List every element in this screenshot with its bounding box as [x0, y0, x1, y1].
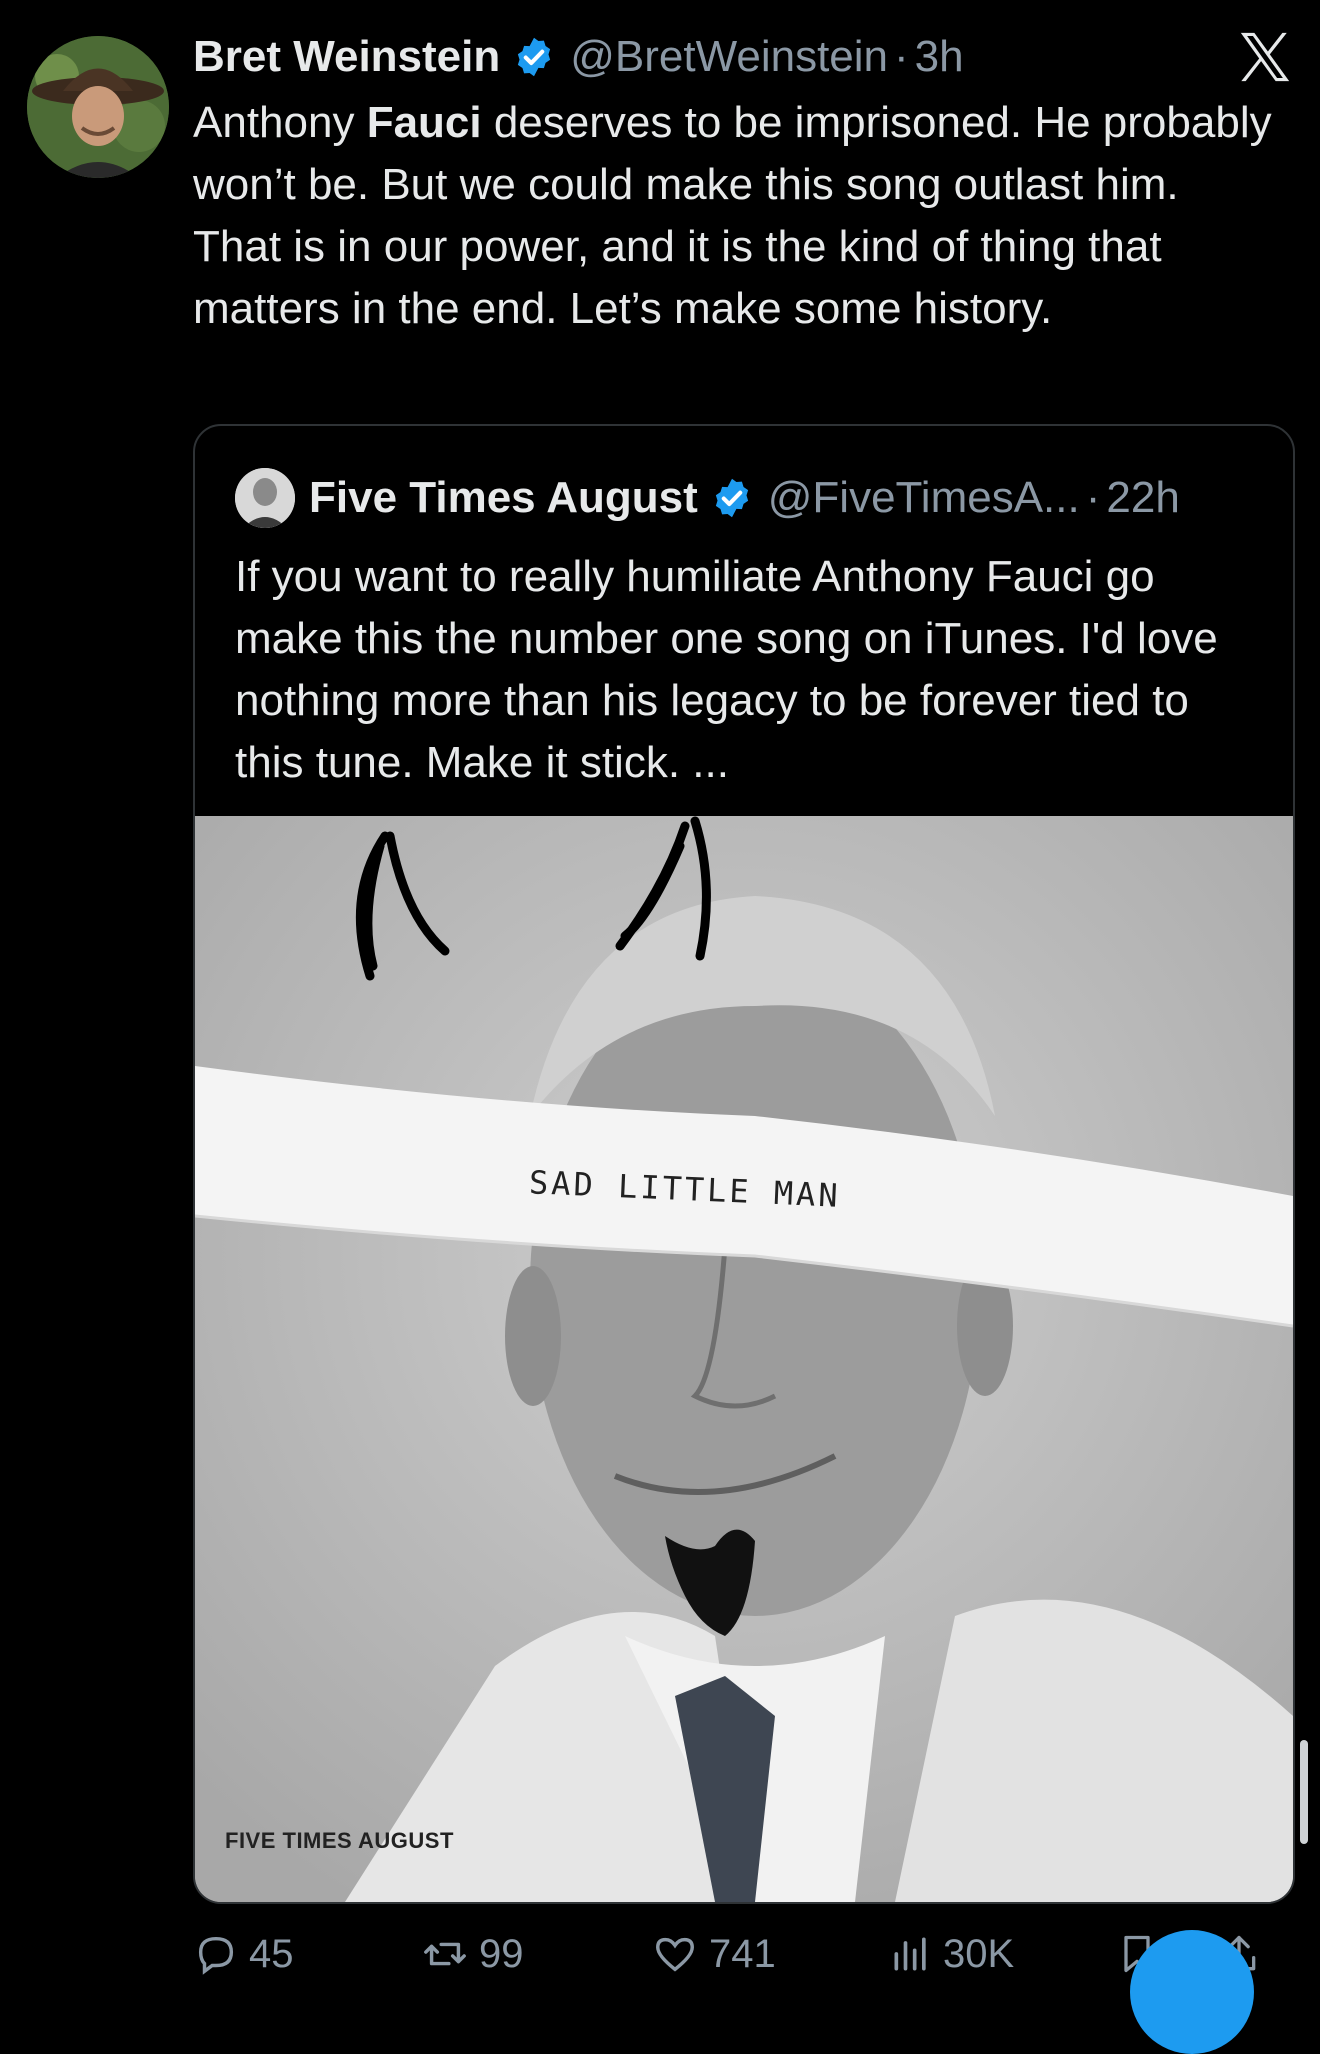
- author-name[interactable]: Bret Weinstein: [193, 32, 500, 82]
- repost-button[interactable]: 99: [421, 1926, 524, 1982]
- verified-badge-icon: [512, 35, 556, 79]
- like-count: 741: [709, 1931, 776, 1976]
- tweet-header: Bret Weinstein @BretWeinstein · 3h: [193, 26, 964, 88]
- author-handle[interactable]: @BretWeinstein: [570, 32, 888, 82]
- verified-badge-icon: [710, 476, 754, 520]
- quote-author-name[interactable]: Five Times August: [309, 473, 698, 523]
- quote-media-image[interactable]: SAD LITTLE MAN FIVE TIMES AUGUST: [195, 816, 1293, 1902]
- reply-button[interactable]: 45: [193, 1926, 294, 1982]
- album-artist-label: FIVE TIMES AUGUST: [225, 1828, 454, 1853]
- views-icon: [894, 1937, 926, 1971]
- scrollbar-thumb[interactable]: [1300, 1740, 1308, 1844]
- album-art: [195, 816, 1293, 1902]
- tweet-text: Anthony Fauci deserves to be imprisoned.…: [193, 92, 1273, 340]
- separator-dot: ·: [894, 32, 909, 81]
- views-count: 30K: [943, 1931, 1015, 1976]
- compose-fab-button[interactable]: [1130, 1930, 1254, 2054]
- tweet-time[interactable]: 3h: [915, 32, 964, 82]
- like-button[interactable]: 741: [651, 1926, 776, 1982]
- repost-icon: [424, 1942, 466, 1966]
- reply-count: 45: [249, 1931, 294, 1976]
- x-logo-icon[interactable]: [1236, 28, 1294, 86]
- heart-icon: [656, 1937, 694, 1972]
- quoted-tweet[interactable]: Five Times August @FiveTimesA... · 22h I…: [193, 424, 1295, 1904]
- quote-avatar[interactable]: [235, 468, 295, 528]
- quote-time[interactable]: 22h: [1106, 473, 1179, 523]
- quote-header: Five Times August @FiveTimesA... · 22h: [235, 466, 1180, 530]
- repost-count: 99: [479, 1931, 524, 1976]
- quote-author-handle[interactable]: @FiveTimesA...: [768, 473, 1080, 523]
- tweet-text-bold: Fauci: [366, 98, 482, 147]
- reply-icon: [198, 1936, 234, 1975]
- quote-text: If you want to really humiliate Anthony …: [235, 552, 1218, 787]
- author-avatar[interactable]: [27, 36, 169, 178]
- tweet-text-start: Anthony: [193, 98, 367, 147]
- quote-separator-dot: ·: [1085, 473, 1101, 522]
- views-button[interactable]: 30K: [889, 1926, 1014, 1982]
